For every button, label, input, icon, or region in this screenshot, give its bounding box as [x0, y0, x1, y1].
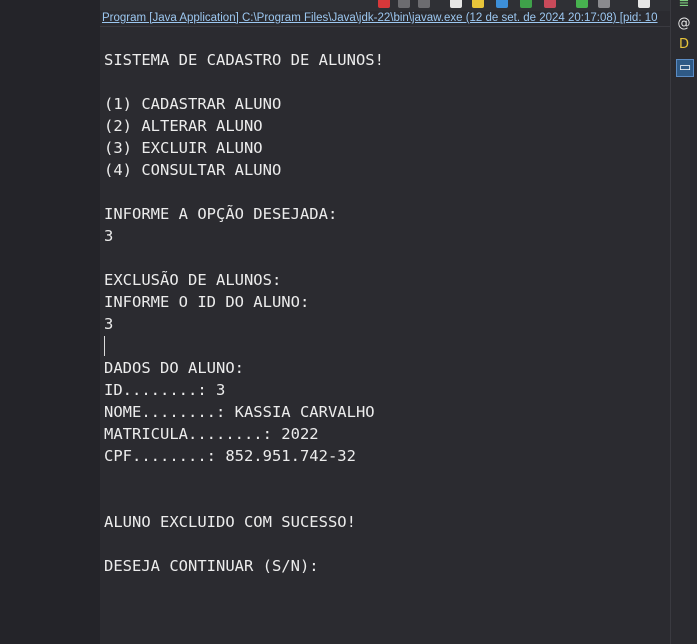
- launch-description-link[interactable]: Program [Java Application] C:\Program Fi…: [102, 11, 658, 26]
- console-line: DADOS DO ALUNO:: [104, 359, 244, 377]
- terminate-icon[interactable]: [378, 0, 390, 8]
- console-line: MATRICULA........: 2022: [104, 425, 319, 443]
- side-icon-panel: ≡ @ D ▭: [670, 0, 697, 644]
- remove-all-icon[interactable]: [418, 0, 430, 8]
- console-title-bar: Program [Java Application] C:\Program Fi…: [100, 11, 670, 27]
- console-line: EXCLUSÃO DE ALUNOS:: [104, 271, 282, 289]
- eclipse-console-window: Program [Java Application] C:\Program Fi…: [0, 0, 697, 644]
- console-line: (3) EXCLUIR ALUNO: [104, 139, 263, 157]
- console-line: (4) CONSULTAR ALUNO: [104, 161, 282, 179]
- open-console-icon[interactable]: [576, 0, 588, 8]
- console-line: (2) ALTERAR ALUNO: [104, 117, 263, 135]
- console-output[interactable]: SISTEMA DE CADASTRO DE ALUNOS! (1) CADAST…: [104, 49, 664, 577]
- left-gutter: [0, 0, 100, 644]
- scroll-lock-icon[interactable]: [450, 0, 462, 8]
- minimize-view-icon[interactable]: [638, 0, 650, 8]
- console-line: 3: [104, 315, 114, 333]
- console-line: INFORME A OPÇÃO DESEJADA:: [104, 205, 338, 223]
- console-line: SISTEMA DE CADASTRO DE ALUNOS!: [104, 51, 384, 69]
- console-line: ALUNO EXCLUIDO COM SUCESSO!: [104, 513, 356, 531]
- console-line: 3: [104, 227, 114, 245]
- javadoc-icon[interactable]: @: [676, 16, 692, 32]
- word-wrap-icon[interactable]: [496, 0, 508, 8]
- pin-console-icon[interactable]: [472, 0, 484, 8]
- text-caret: [104, 336, 105, 356]
- display-console-icon[interactable]: [520, 0, 532, 8]
- console-icon[interactable]: ▭: [676, 59, 694, 77]
- console-line: [104, 335, 664, 357]
- tasks-icon[interactable]: ≡: [676, 0, 692, 12]
- declaration-icon[interactable]: D: [676, 37, 692, 53]
- console-line: DESEJA CONTINUAR (S/N):: [104, 557, 319, 575]
- remove-launch-icon[interactable]: [398, 0, 410, 8]
- console-line: ID........: 3: [104, 381, 226, 399]
- dropdown-icon[interactable]: [598, 0, 610, 8]
- console-line: NOME........: KASSIA CARVALHO: [104, 403, 375, 421]
- console-line: INFORME O ID DO ALUNO:: [104, 293, 310, 311]
- console-line: CPF........: 852.951.742-32: [104, 447, 356, 465]
- new-console-icon[interactable]: [544, 0, 556, 8]
- console-toolbar: [100, 0, 670, 11]
- console-line: (1) CADASTRAR ALUNO: [104, 95, 282, 113]
